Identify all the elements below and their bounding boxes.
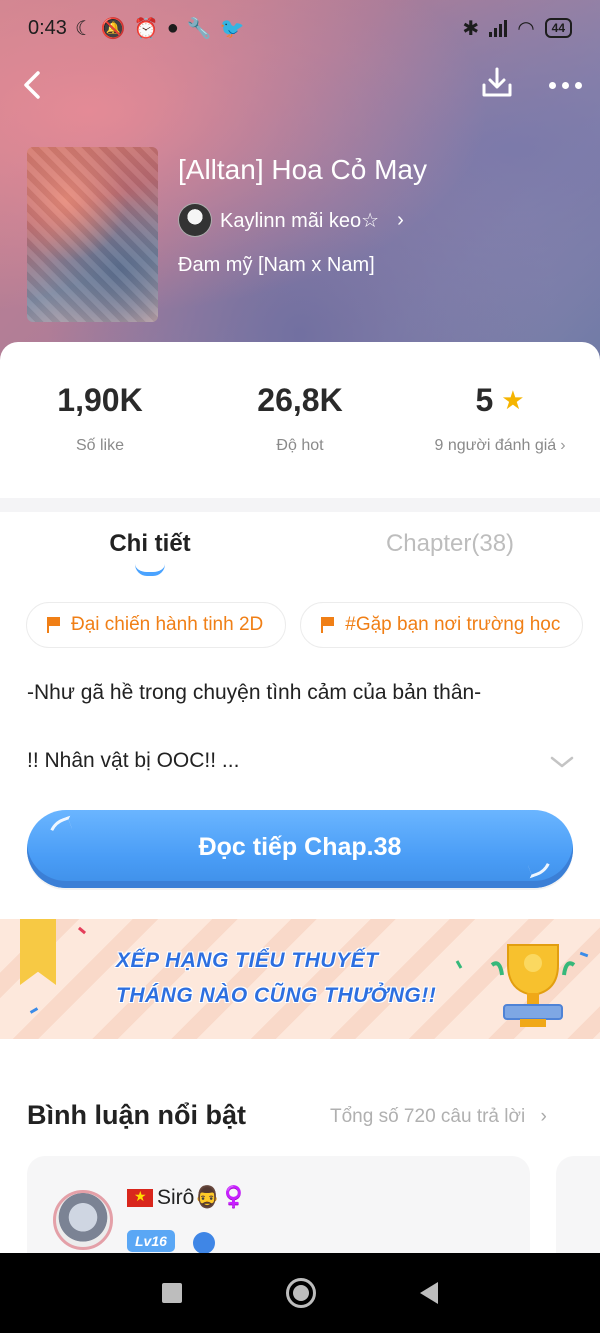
flag-icon: [321, 617, 335, 633]
rating-count-label: 9 người đánh giá: [434, 437, 557, 454]
tag-item[interactable]: #Gặp bạn nơi trường học: [300, 602, 584, 648]
comments-total: Tổng số 720 câu trả lời: [330, 1106, 526, 1127]
download-icon: [482, 67, 512, 96]
home-button[interactable]: [286, 1278, 316, 1308]
detail-sheet: 1,90K Số like 26,8K Độ hot 5 ★ 9 người đ…: [0, 342, 600, 1276]
trophy-icon: [490, 944, 576, 1027]
comment-author: Sirô🧔‍♂️♀️: [127, 1186, 247, 1210]
author-link[interactable]: Kaylinn mãi keo☆ ›: [178, 203, 404, 237]
moon-icon: ☾: [74, 17, 93, 40]
bookmark-icon: [20, 919, 56, 985]
avatar[interactable]: [53, 1190, 113, 1250]
level-badge: Lv16: [127, 1230, 175, 1252]
flag-icon: [47, 617, 61, 633]
banner-text: THÁNG NÀO CŨNG THƯỞNG!!: [116, 984, 437, 1007]
chevron-left-icon: [24, 71, 40, 99]
star-icon: ★: [501, 385, 525, 415]
more-options-button[interactable]: [549, 81, 582, 89]
twitter-icon: 🐦: [219, 17, 245, 40]
rating-value-row: 5 ★: [475, 382, 524, 419]
tab-bar: Chi tiết Chapter(38): [0, 524, 600, 584]
tag-label: Đại chiến hành tinh 2D: [71, 614, 264, 635]
continue-reading-button[interactable]: Đọc tiếp Chap.38: [27, 810, 573, 888]
tab-chapters[interactable]: Chapter(38): [300, 524, 600, 584]
description-line: -Như gã hề trong chuyện tình cảm của bản…: [27, 681, 482, 704]
book-title: [Alltan] Hoa Cỏ May: [178, 154, 427, 185]
tag-item[interactable]: Đại chiến hành tinh 2D: [26, 602, 287, 648]
chevron-right-icon: ›: [540, 1106, 547, 1127]
chevron-right-icon: ›: [397, 208, 404, 231]
recent-apps-button[interactable]: [162, 1283, 182, 1303]
book-genre: Đam mỹ [Nam x Nam]: [178, 254, 375, 276]
status-bar: 0:43 ☾ 🔕 ⏰ ● 🔧 🐦 ✱ ◠ 44: [0, 0, 600, 56]
download-button[interactable]: [479, 65, 515, 106]
rating-value: 5: [475, 382, 494, 418]
wifi-icon: ◠: [517, 17, 535, 40]
mute-icon: 🔕: [100, 17, 126, 40]
stat-hot: 26,8K Độ hot: [200, 382, 400, 455]
bluetooth-icon: ✱: [462, 17, 480, 40]
featured-comments-title: Bình luận nổi bật: [27, 1100, 246, 1130]
signal-icon: [489, 19, 508, 37]
likes-count: 1,90K: [57, 382, 143, 418]
stat-rating[interactable]: 5 ★ 9 người đánh giá ›: [400, 382, 600, 455]
stat-likes: 1,90K Số like: [0, 382, 200, 455]
author-name: Kaylinn mãi keo☆: [220, 209, 380, 232]
book-cover[interactable]: [27, 147, 158, 322]
system-back-button[interactable]: [420, 1282, 438, 1304]
tag-label: #Gặp bạn nơi trường học: [345, 614, 561, 635]
system-navigation-bar: [0, 1253, 600, 1333]
description-line: !! Nhân vật bị OOC!! ...: [27, 749, 240, 772]
likes-label: Số like: [75, 437, 125, 454]
chevron-down-icon[interactable]: [550, 754, 574, 770]
wrench-icon: 🔧: [186, 17, 212, 40]
status-time: 0:43: [28, 16, 67, 39]
ranking-banner[interactable]: XẾP HẠNG TIỂU THUYẾT THÁNG NÀO CŨNG THƯỞ…: [0, 919, 600, 1039]
stats-row: 1,90K Số like 26,8K Độ hot 5 ★ 9 người đ…: [0, 382, 600, 455]
battery-indicator: 44: [544, 18, 572, 38]
continue-reading-label: Đọc tiếp Chap.38: [198, 833, 402, 861]
top-navigation: [0, 62, 600, 108]
banner-text: XẾP HẠNG TIỂU THUYẾT: [116, 949, 379, 972]
diamond-badge-icon: [193, 1232, 215, 1254]
tag-list: Đại chiến hành tinh 2D #Gặp bạn nơi trườ…: [26, 602, 584, 648]
chevron-right-icon: ›: [560, 437, 566, 454]
comment-author-name: Sirô🧔‍♂️♀️: [157, 1186, 247, 1209]
hot-label: Độ hot: [276, 437, 324, 454]
alarm-icon: ⏰: [133, 17, 159, 40]
comments-total-link[interactable]: Tổng số 720 câu trả lời ›: [330, 1106, 547, 1128]
vietnam-flag-icon: [127, 1188, 153, 1207]
author-avatar: [178, 203, 212, 237]
rating-label-row: 9 người đánh giá ›: [400, 437, 600, 455]
hot-count: 26,8K: [257, 382, 343, 418]
back-button[interactable]: [12, 65, 52, 105]
chat-icon: ●: [166, 16, 179, 39]
book-header: 0:43 ☾ 🔕 ⏰ ● 🔧 🐦 ✱ ◠ 44 [Alltan] Hoa Cỏ …: [0, 0, 600, 372]
divider: [0, 498, 600, 512]
